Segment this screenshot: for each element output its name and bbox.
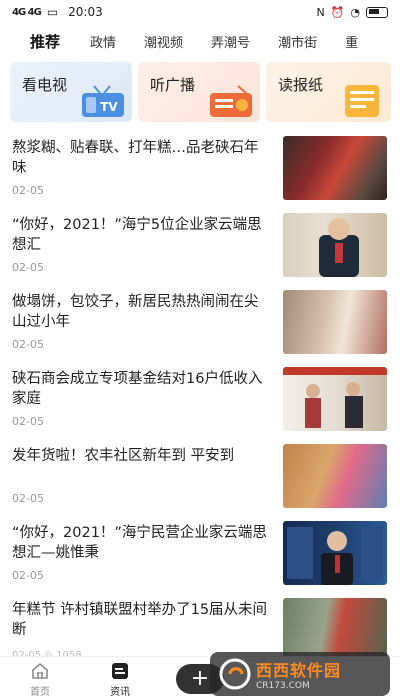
news-item[interactable]: 熬浆糊、贴春联、打年糕…品老硖石年味 02-05 xyxy=(0,134,400,211)
news-item[interactable]: 发年货啦！农丰社区新年到 平安到 02-05 xyxy=(0,442,400,519)
news-icon xyxy=(112,663,128,679)
news-title: 熬浆糊、贴春联、打年糕…品老硖石年味 xyxy=(12,140,259,176)
status-bar: 4G 4G ▭ 20:03 N ⏰ ◔ xyxy=(0,0,400,24)
news-item[interactable]: 硖石商会成立专项基金结对16户低收入家庭 02-05 xyxy=(0,365,400,442)
news-list: 熬浆糊、贴春联、打年糕…品老硖石年味 02-05 “你好，2021！”海宁5位企… xyxy=(0,134,400,673)
radio-icon xyxy=(210,85,252,117)
nfc-icon: N xyxy=(316,5,325,19)
read-newspaper-card[interactable]: 读报纸 xyxy=(266,62,391,122)
watermark-title: 西西软件园 xyxy=(256,661,342,680)
battery-icon xyxy=(366,6,388,18)
news-thumbnail xyxy=(283,213,387,277)
watermark-logo-icon xyxy=(219,658,251,690)
news-title: 做塌饼，包饺子，新居民热热闹闹在尖山过小年 xyxy=(12,294,259,330)
read-newspaper-label: 读报纸 xyxy=(278,76,324,94)
news-title: 年糕节 许村镇联盟村举办了15届从未间断 xyxy=(12,602,268,638)
nav-news-label: 资讯 xyxy=(110,687,130,698)
newspaper-icon xyxy=(345,85,379,117)
listen-radio-card[interactable]: 听广播 xyxy=(138,62,260,122)
news-thumbnail xyxy=(283,290,387,354)
news-title: 发年货啦！农丰社区新年到 平安到 xyxy=(12,448,235,464)
signal-icon: 4G 4G xyxy=(12,6,42,18)
watch-tv-card[interactable]: 看电视 TV xyxy=(10,62,132,122)
news-date: 02-05 xyxy=(12,184,44,197)
tv-icon-text: TV xyxy=(100,100,118,114)
watermark-url: CR173.COM xyxy=(256,681,310,691)
portrait-photo xyxy=(319,218,359,277)
tab-more[interactable]: 重 xyxy=(345,32,358,51)
nav-home-label: 首页 xyxy=(30,687,50,698)
alarm-icon: ⏰ xyxy=(330,5,345,19)
nav-news[interactable]: 资讯 xyxy=(90,661,150,698)
speaker-photo xyxy=(287,527,383,585)
sim-icon: ▭ xyxy=(46,5,59,19)
news-title: 硖石商会成立专项基金结对16户低收入家庭 xyxy=(12,371,263,407)
nav-home[interactable]: 首页 xyxy=(10,661,70,698)
news-title: “你好，2021！”海宁民营企业家云端思想汇—姚惟秉 xyxy=(12,525,267,561)
news-title: “你好，2021！”海宁5位企业家云端思想汇 xyxy=(12,217,262,253)
news-thumbnail xyxy=(283,444,387,508)
channel-tabs: 推荐 政情 潮视频 弄潮号 潮市街 重 xyxy=(0,26,400,56)
tab-video[interactable]: 潮视频 xyxy=(144,32,183,51)
tab-market[interactable]: 潮市街 xyxy=(278,32,317,51)
feature-cards: 看电视 TV 听广播 读报纸 xyxy=(10,62,400,124)
tab-creators[interactable]: 弄潮号 xyxy=(211,32,250,51)
news-thumbnail xyxy=(283,521,387,585)
news-date: 02-05 xyxy=(12,338,44,351)
home-icon xyxy=(32,662,48,679)
news-item[interactable]: 做塌饼，包饺子，新居民热热闹闹在尖山过小年 02-05 xyxy=(0,288,400,365)
listen-radio-label: 听广播 xyxy=(150,76,196,94)
news-date: 02-05 xyxy=(12,261,44,274)
news-item[interactable]: “你好，2021！”海宁5位企业家云端思想汇 02-05 xyxy=(0,211,400,288)
news-date: 02-05 xyxy=(12,415,44,428)
watch-tv-label: 看电视 xyxy=(22,76,68,94)
news-date: 02-05 xyxy=(12,569,44,582)
news-date: 02-05 xyxy=(12,492,44,505)
ceremony-photo xyxy=(283,367,387,428)
news-item[interactable]: “你好，2021！”海宁民营企业家云端思想汇—姚惟秉 02-05 xyxy=(0,519,400,596)
tab-recommend[interactable]: 推荐 xyxy=(30,31,60,52)
status-time: 20:03 xyxy=(68,5,103,19)
news-thumbnail xyxy=(283,367,387,431)
tab-politics[interactable]: 政情 xyxy=(90,32,116,51)
watermark: 西西软件园 CR173.COM xyxy=(210,652,390,696)
tv-icon: TV xyxy=(82,85,124,117)
news-thumbnail xyxy=(283,136,387,200)
wifi-icon: ◔ xyxy=(350,5,360,19)
